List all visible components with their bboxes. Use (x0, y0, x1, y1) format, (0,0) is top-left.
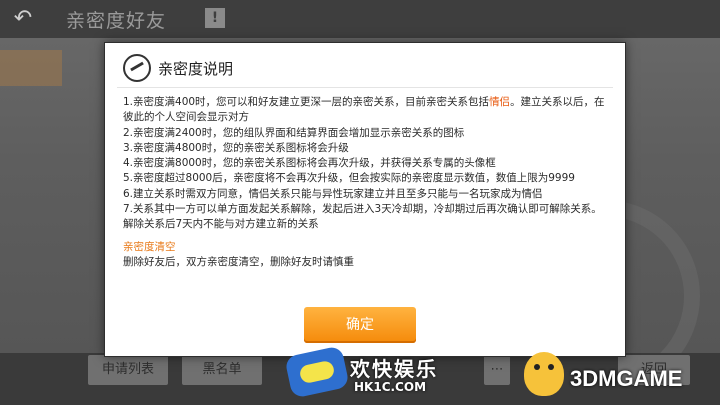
rule-4: 4.亲密度满8000时，您的亲密关系图标将会再次升级，并获得关系专属的头像框 (123, 157, 496, 170)
game-logo-icon (123, 54, 151, 82)
clear-section-title: 亲密度清空 (123, 240, 176, 253)
page-title: 亲密度好友 (66, 10, 167, 32)
rule-1: 1.亲密度满400时，您可以和好友建立更深一层的亲密关系，目前亲密关系包括情侣。… (123, 95, 611, 126)
rule-7: 7.关系其中一方可以单方面发起关系解除，发起后进入3天冷却期，冷却期过后再次确认… (123, 203, 602, 231)
watermark-3dm: 3DMGAME (570, 366, 683, 391)
side-tab[interactable] (0, 50, 62, 86)
rule-5: 5.亲密度超过8000后，亲密度将不会再次升级，但会按实际的亲密度显示数值，数值… (123, 172, 575, 185)
rule-2: 2.亲密度满2400时，您的组队界面和结算界面会增加显示亲密关系的图标 (123, 126, 465, 139)
couple-highlight: 情侣 (489, 96, 511, 108)
dialog-header: 亲密度说明 (123, 53, 233, 83)
top-bar: ↶ 亲密度好友 ! (0, 0, 720, 38)
watermark-name: 欢快娱乐 (350, 357, 438, 381)
confirm-button[interactable]: 确定 (304, 307, 416, 343)
site-watermark: 欢快娱乐 HK1C.COM (284, 345, 460, 399)
back-arrow-icon[interactable]: ↶ (10, 6, 36, 32)
intimacy-info-dialog: 亲密度说明 1.亲密度满400时，您可以和好友建立更深一层的亲密关系，目前亲密关… (104, 42, 626, 357)
mascot-icon (524, 352, 564, 396)
more-button[interactable]: ⋯ (484, 355, 510, 385)
divider (117, 87, 613, 88)
rule-1-text: 1.亲密度满400时，您可以和好友建立更深一层的亲密关系，目前亲密关系包括 (123, 96, 490, 108)
rule-3: 3.亲密度满4800时，您的亲密关系图标将会升级 (123, 141, 349, 154)
clear-section-text: 删除好友后，双方亲密度清空，删除好友时请慎重 (123, 255, 354, 268)
rule-6: 6.建立关系时需双方同意，情侣关系只能与异性玩家建立并且至多只能与一名玩家成为情… (123, 187, 543, 200)
gamepad-icon (284, 345, 350, 399)
info-icon[interactable]: ! (205, 8, 225, 28)
watermark-url: HK1C.COM (354, 380, 427, 394)
request-list-button[interactable]: 申请列表 (88, 355, 168, 385)
blacklist-button[interactable]: 黑名单 (182, 355, 262, 385)
dialog-title: 亲密度说明 (158, 59, 234, 78)
rules-text: 1.亲密度满400时，您可以和好友建立更深一层的亲密关系，目前亲密关系包括情侣。… (123, 95, 611, 270)
